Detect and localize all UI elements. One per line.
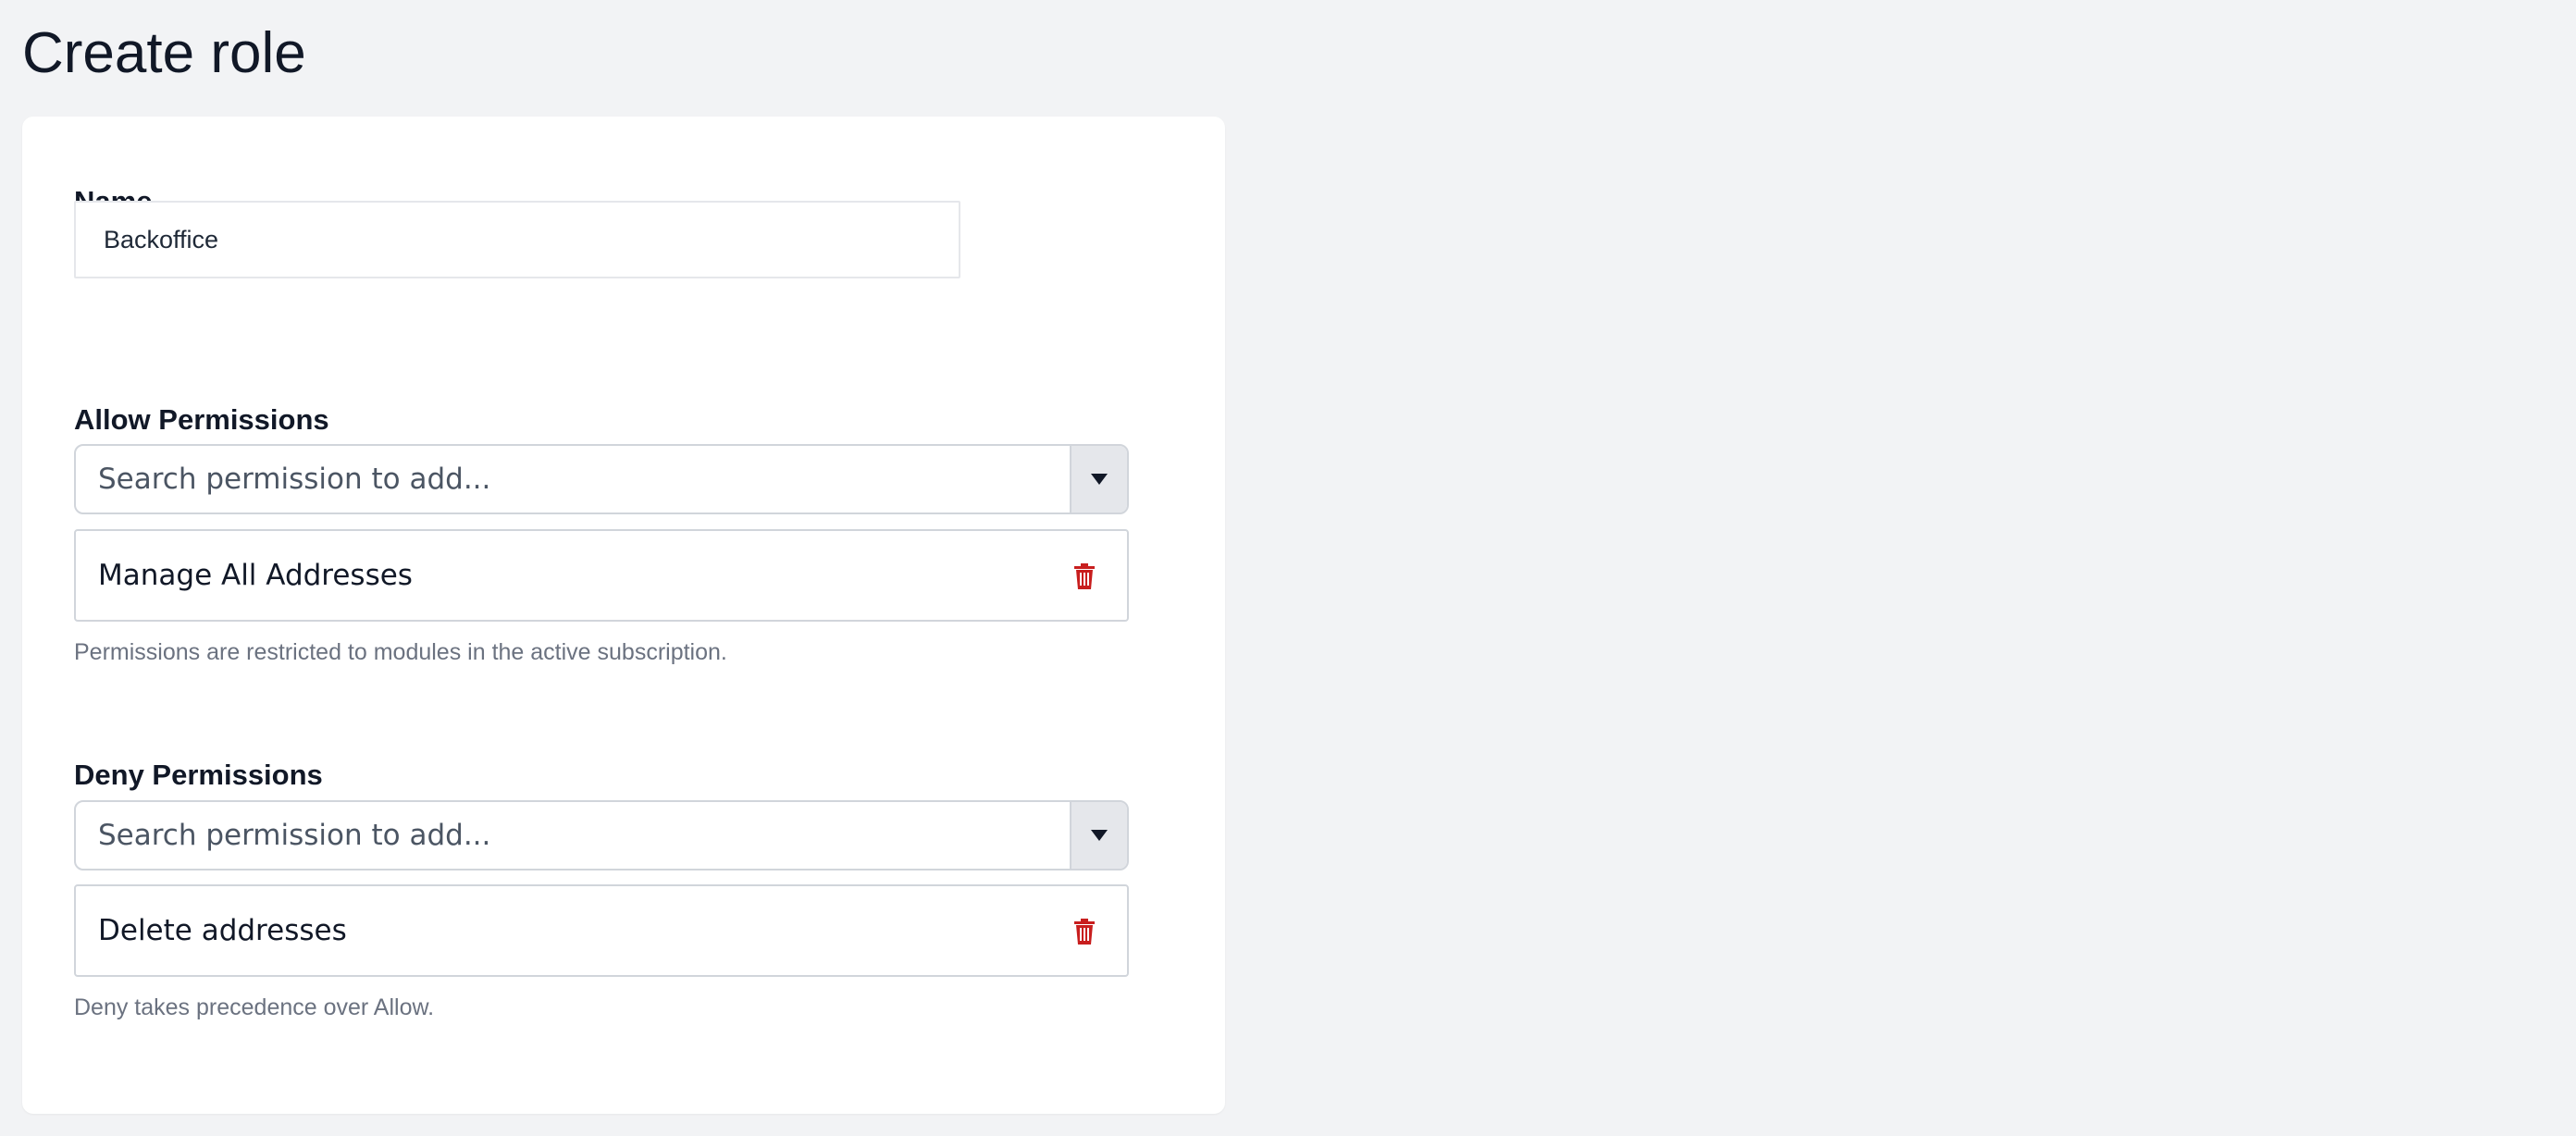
allow-permission-item: Manage All Addresses [74, 529, 1129, 622]
trash-icon[interactable] [1073, 918, 1096, 945]
deny-permission-search-select[interactable] [74, 800, 1129, 871]
caret-down-icon [1091, 830, 1108, 841]
deny-permission-item-label: Delete addresses [98, 914, 347, 947]
caret-down-icon [1091, 474, 1108, 485]
page-title: Create role [22, 21, 306, 85]
deny-permission-search-input[interactable] [76, 802, 1062, 869]
allow-permission-dropdown-toggle[interactable] [1070, 446, 1127, 512]
name-input[interactable] [74, 201, 960, 278]
allow-permission-search-select[interactable] [74, 444, 1129, 514]
deny-permissions-help-text: Deny takes precedence over Allow. [74, 994, 435, 1020]
allow-permissions-help-text: Permissions are restricted to modules in… [74, 639, 727, 665]
allow-permissions-label: Allow Permissions [74, 403, 329, 436]
deny-permissions-label: Deny Permissions [74, 759, 323, 791]
deny-permission-item: Delete addresses [74, 884, 1129, 977]
allow-permission-item-label: Manage All Addresses [98, 559, 413, 592]
trash-icon[interactable] [1073, 562, 1096, 590]
deny-permission-dropdown-toggle[interactable] [1070, 802, 1127, 869]
allow-permission-search-input[interactable] [76, 446, 1062, 512]
